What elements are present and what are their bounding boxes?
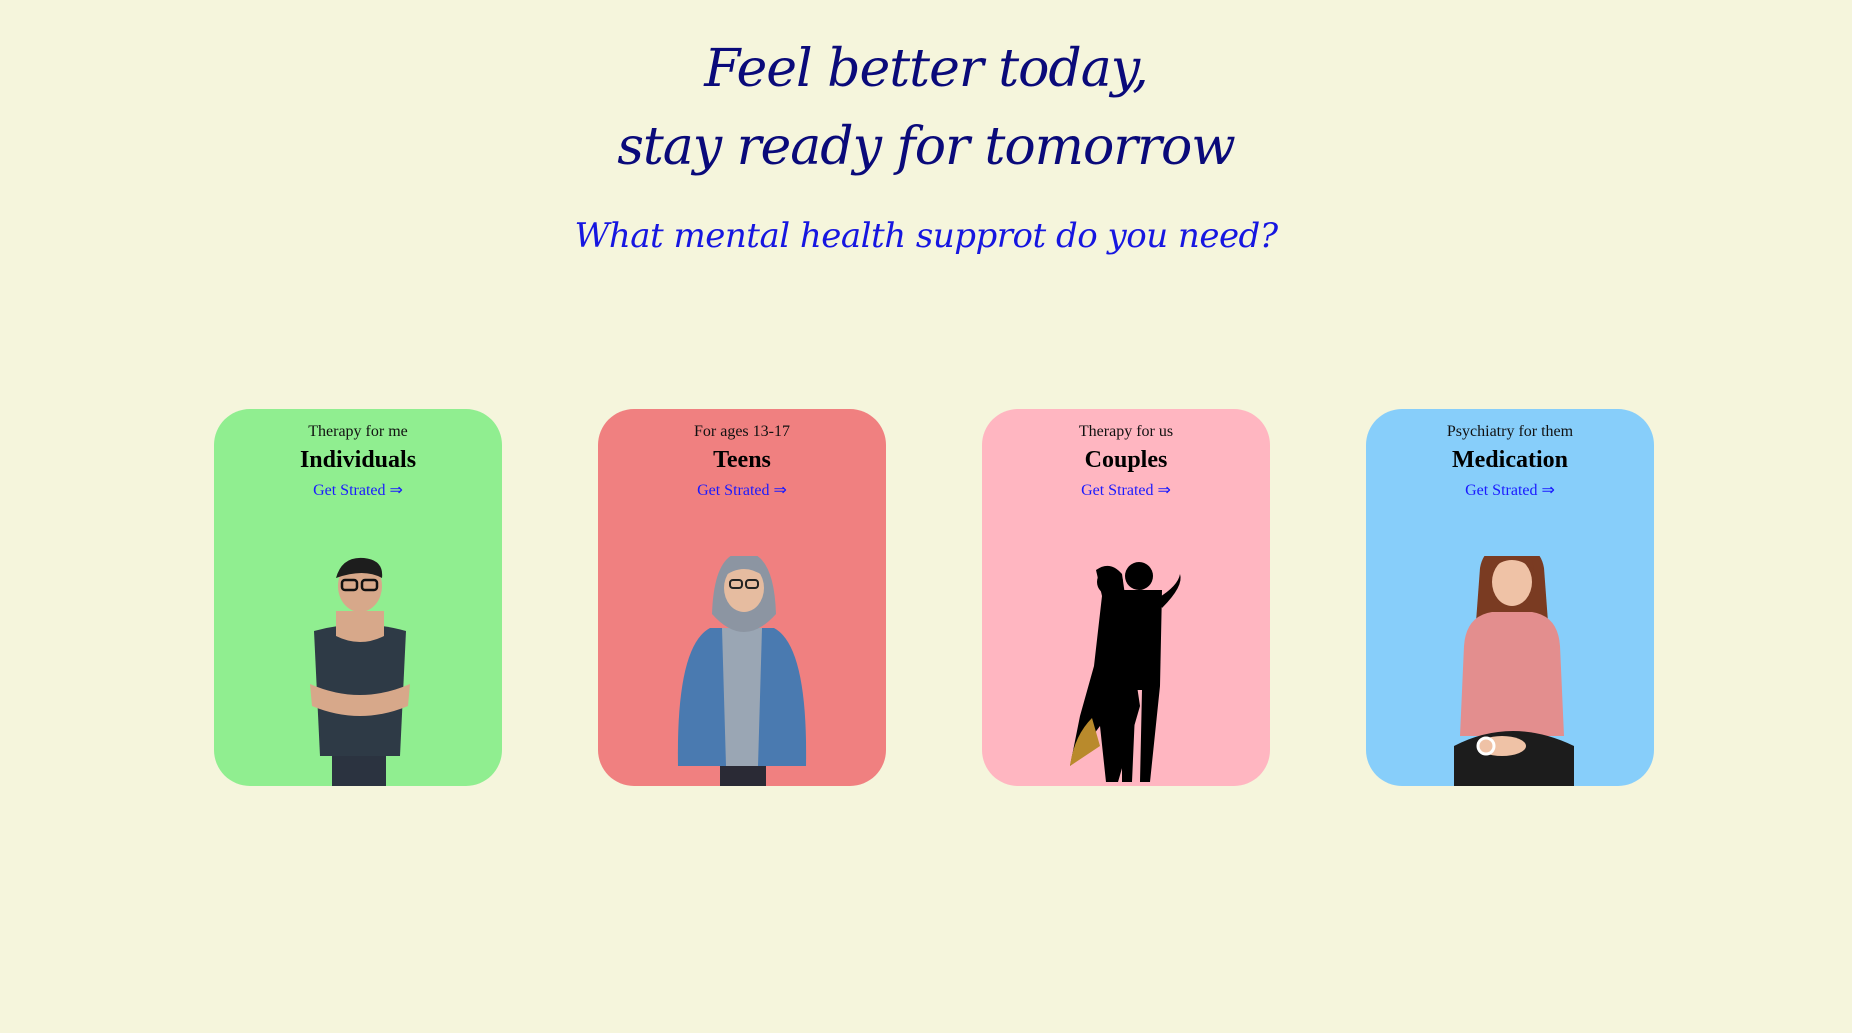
- card-eyebrow: For ages 13-17: [694, 423, 790, 440]
- woman-seated-photo: [1366, 556, 1654, 786]
- card-title: Medication: [1452, 447, 1568, 473]
- card-eyebrow: Therapy for us: [1078, 423, 1174, 440]
- man-crossed-arms-photo: [214, 556, 502, 786]
- hero-section: Feel better today, stay ready for tomorr…: [0, 0, 1852, 256]
- card-title: Individuals: [299, 447, 417, 473]
- card-eyebrow: Therapy for me: [308, 423, 408, 440]
- card-individuals[interactable]: Therapy for me Individuals Get Strated ⇒: [214, 409, 502, 786]
- card-eyebrow: Psychiatry for them: [1446, 423, 1574, 440]
- card-medication[interactable]: Psychiatry for them Medication Get Strat…: [1366, 409, 1654, 786]
- card-title: Teens: [713, 447, 771, 473]
- card-title: Couples: [1084, 447, 1168, 473]
- hero-subtitle: What mental health supprot do you need?: [574, 216, 1278, 256]
- get-started-link[interactable]: Get Strated ⇒: [1465, 480, 1555, 500]
- hero-title-line-1: Feel better today,: [704, 39, 1148, 99]
- get-started-link[interactable]: Get Strated ⇒: [313, 480, 403, 500]
- card-teens[interactable]: For ages 13-17 Teens Get Strated ⇒: [598, 409, 886, 786]
- get-started-link[interactable]: Get Strated ⇒: [697, 480, 787, 500]
- card-couples[interactable]: Therapy for us Couples Get Strated ⇒: [982, 409, 1270, 786]
- hero-title-line-2: stay ready for tomorrow: [617, 117, 1236, 177]
- get-started-link[interactable]: Get Strated ⇒: [1081, 480, 1171, 500]
- teen-in-denim-jacket-photo: [598, 556, 886, 786]
- couple-silhouette-photo: [982, 556, 1270, 786]
